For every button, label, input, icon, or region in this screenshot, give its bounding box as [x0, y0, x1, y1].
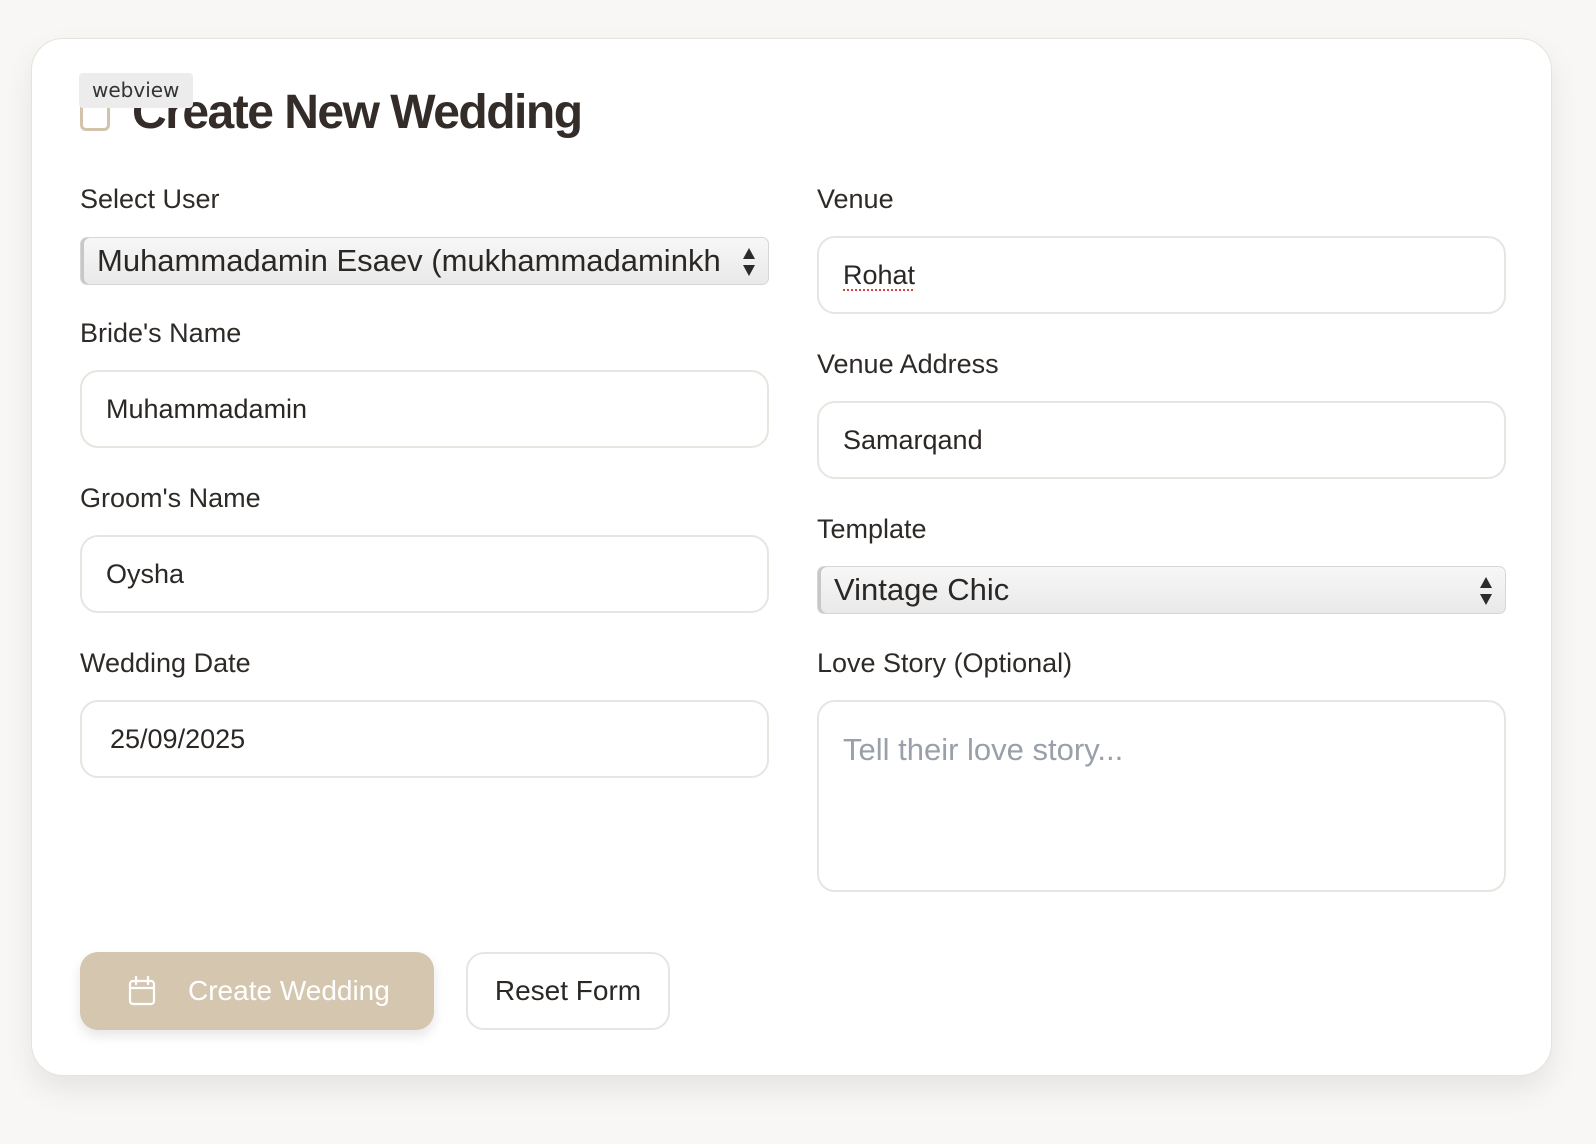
bride-name-label: Bride's Name — [80, 318, 242, 348]
wedding-date-value: 25/09/2025 — [110, 723, 246, 754]
calendar-icon — [128, 976, 156, 1006]
groom-name-input[interactable]: Oysha — [80, 535, 769, 613]
select-user-dropdown[interactable]: Muhammadamin Esaev (mukhammadaminkhon — [80, 237, 769, 285]
venue-input[interactable]: Rohat — [817, 236, 1506, 314]
create-wedding-label: Create Wedding — [188, 975, 390, 1006]
love-story-label: Love Story (Optional) — [817, 648, 1073, 678]
create-wedding-button[interactable]: Create Wedding — [80, 952, 434, 1030]
template-dropdown[interactable]: Vintage Chic — [817, 566, 1506, 614]
venue-value: Rohat — [843, 259, 916, 290]
love-story-textarea[interactable]: Tell their love story... — [817, 700, 1506, 892]
template-label: Template — [817, 514, 927, 544]
chevron-up-down-icon — [1480, 577, 1492, 605]
select-user-label: Select User — [80, 184, 220, 214]
page-title: Create New Wedding — [132, 86, 583, 139]
template-value: Vintage Chic — [834, 572, 1010, 607]
venue-label: Venue — [817, 184, 894, 214]
webview-label: webview — [79, 73, 194, 108]
chevron-up-down-icon — [743, 248, 755, 276]
bride-name-value: Muhammadamin — [106, 393, 308, 424]
create-wedding-card: Create New Wedding Select User Muhammada… — [31, 38, 1552, 1076]
venue-address-value: Samarqand — [843, 424, 983, 455]
venue-address-label: Venue Address — [817, 349, 999, 379]
wedding-date-input[interactable]: 25/09/2025 — [80, 700, 769, 778]
groom-name-value: Oysha — [106, 558, 185, 589]
venue-address-input[interactable]: Samarqand — [817, 401, 1506, 479]
groom-name-label: Groom's Name — [80, 483, 261, 513]
bride-name-input[interactable]: Muhammadamin — [80, 370, 769, 448]
wedding-date-label: Wedding Date — [80, 648, 251, 678]
reset-form-button[interactable]: Reset Form — [466, 952, 670, 1030]
love-story-placeholder: Tell their love story... — [843, 732, 1124, 767]
select-user-value: Muhammadamin Esaev (mukhammadaminkhon — [97, 243, 719, 278]
reset-form-label: Reset Form — [494, 975, 642, 1006]
